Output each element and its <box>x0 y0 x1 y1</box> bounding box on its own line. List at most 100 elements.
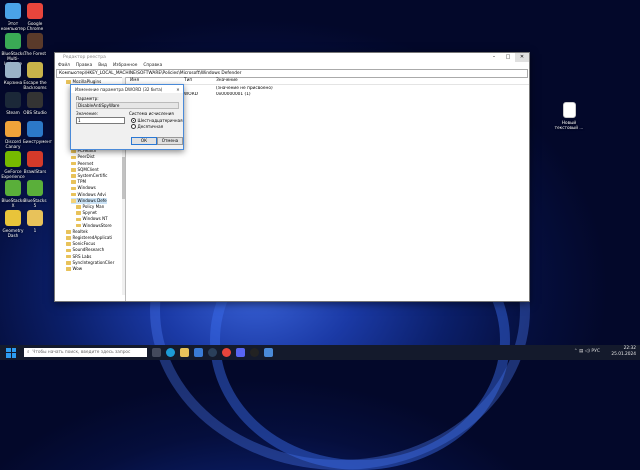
desktop-icon[interactable]: The Forest <box>23 32 47 56</box>
edge-icon[interactable] <box>166 348 175 357</box>
ok-button[interactable]: ОК <box>131 137 157 145</box>
search-placeholder: Чтобы начать поиск, введите здесь запрос <box>32 350 131 355</box>
tree-item[interactable]: Windows <box>71 185 96 191</box>
task-view-icon[interactable] <box>152 348 161 357</box>
dialog-close-button[interactable]: ✕ <box>173 87 183 92</box>
desktop-icon-new-text-file[interactable]: Новый текстовый ... <box>553 102 585 130</box>
store-icon[interactable] <box>194 348 203 357</box>
desktop-icon[interactable]: Geometry Dash <box>1 209 25 238</box>
obs-icon[interactable] <box>250 348 259 357</box>
desktop-icon[interactable]: OBS Studio <box>23 91 47 115</box>
folder-icon <box>71 199 76 203</box>
hex-radio[interactable]: Шестнадцатеричная <box>131 118 183 123</box>
value-input[interactable]: 1 <box>76 117 125 124</box>
menu-favorites[interactable]: Избранное <box>113 63 137 68</box>
column-type[interactable]: Тип <box>180 78 212 83</box>
desktop-icon-label: 1 <box>33 227 37 233</box>
menu-help[interactable]: Справка <box>143 63 162 68</box>
app-icon <box>27 180 43 196</box>
tree-item[interactable]: SyncIntegrationClier <box>66 260 114 266</box>
tree-item-label: Peernet <box>77 160 94 166</box>
tree-item[interactable]: Windows Advi <box>71 192 106 198</box>
tree-item[interactable]: Windows Defe <box>71 197 107 204</box>
desktop-icon[interactable]: BrawlStars <box>23 150 47 174</box>
scrollbar-thumb[interactable] <box>122 157 125 199</box>
folder-icon <box>71 186 76 191</box>
tree-item-label: SQMClient <box>77 166 99 172</box>
tree-item[interactable]: Peernet <box>71 161 93 167</box>
tree-item[interactable]: SystemCertific <box>71 173 107 179</box>
folder-icon <box>71 180 76 184</box>
param-name-field[interactable]: DisableAntiSpyWare <box>76 102 179 109</box>
chrome-icon[interactable] <box>222 348 231 357</box>
tree-item[interactable]: WindowsStore <box>76 223 112 229</box>
taskbar-search[interactable]: ⌕ Чтобы начать поиск, введите здесь запр… <box>24 348 147 357</box>
column-value[interactable]: Значение <box>212 78 296 83</box>
tree-item-label: RegisteredApplicati <box>72 235 113 240</box>
desktop-icon[interactable]: 1 <box>23 209 47 233</box>
tree-item[interactable]: Realtek <box>66 229 88 235</box>
desktop-icon-label: Этот компьютер <box>1 21 26 31</box>
desktop-icon[interactable]: Escape the Backrooms <box>23 62 47 90</box>
values-list[interactable]: Имя Тип Значение (значение не присвоено)… <box>126 77 529 301</box>
tree-item-label: PeerDist <box>77 154 95 160</box>
regedit-icon[interactable] <box>264 348 273 357</box>
tree-item[interactable]: PeerDist <box>71 154 95 160</box>
desktop-icon[interactable]: GeForce Experience <box>1 150 25 179</box>
desktop-icon[interactable]: Steam <box>1 91 25 115</box>
folder-icon <box>76 205 81 209</box>
desktop-icon-label: OBS Studio <box>23 109 47 115</box>
maximize-button[interactable]: □ <box>501 53 515 62</box>
edit-dword-dialog: Изменение параметра DWORD (32 бита) ✕ Па… <box>70 84 184 150</box>
steam-icon[interactable] <box>208 348 217 357</box>
decimal-radio[interactable]: Десятичная <box>131 124 163 129</box>
start-button[interactable] <box>6 347 16 358</box>
tray-area[interactable]: ⌃ ▤ ◁) РУС <box>574 349 600 354</box>
tree-item-label: Spynet <box>82 210 97 216</box>
desktop-icon[interactable]: Discord Canary <box>1 121 25 149</box>
folder-icon <box>76 217 81 222</box>
tree-item[interactable]: RegisteredApplicati <box>66 235 112 241</box>
tree-item[interactable]: SRS Labs <box>66 254 91 260</box>
tree-item[interactable]: Policy Man <box>76 204 104 210</box>
desktop-icon-label: Discord Canary <box>5 139 21 149</box>
tree-item[interactable]: SQMClient <box>71 167 99 173</box>
window-titlebar[interactable]: Редактор реестра – □ ✕ <box>55 53 529 62</box>
desktop-icon[interactable]: BlueStacks X <box>1 180 25 208</box>
column-name[interactable]: Имя <box>126 78 180 83</box>
menu-file[interactable]: Файл <box>58 63 70 68</box>
language-indicator[interactable]: РУС <box>591 349 600 354</box>
desktop-icon[interactable]: Этот компьютер <box>1 3 26 31</box>
desktop-icon[interactable]: BlueStacks Multi-Instance <box>1 32 25 66</box>
menu-view[interactable]: Вид <box>98 63 107 68</box>
desktop-icon-label: Корзина <box>3 80 23 85</box>
tree-item[interactable]: TPM <box>71 179 86 185</box>
desktop-icon[interactable]: BlueStacks 5 <box>23 180 47 208</box>
tree-item[interactable]: Spynet <box>76 210 97 216</box>
chevron-up-icon[interactable]: ⌃ <box>574 349 578 354</box>
tree-item-label: Windows Advi <box>77 191 106 197</box>
desktop-icon[interactable]: Корзина <box>1 62 25 85</box>
tree-item[interactable]: Wow <box>66 266 82 272</box>
desktop-icon-label: Google Chrome <box>26 21 44 31</box>
tree-item[interactable]: SoundResearch <box>66 247 104 253</box>
tree-item[interactable]: SonicFocus <box>66 241 95 247</box>
desktop-icon[interactable]: Бинструмент <box>23 121 52 144</box>
folder-icon <box>66 236 71 240</box>
network-icon[interactable]: ▤ <box>579 349 583 354</box>
list-item[interactable]: WORD 0x00000001 (1) <box>126 91 529 97</box>
file-explorer-icon[interactable] <box>180 348 189 357</box>
discord-icon[interactable] <box>236 348 245 357</box>
dialog-titlebar[interactable]: Изменение параметра DWORD (32 бита) ✕ <box>71 85 183 93</box>
taskbar: ⌕ Чтобы начать поиск, введите здесь запр… <box>0 345 640 360</box>
app-icon <box>5 121 21 137</box>
desktop-icon-label: Новый текстовый ... <box>554 120 584 130</box>
desktop-icon[interactable]: Google Chrome <box>23 3 47 31</box>
menu-edit[interactable]: Правка <box>76 63 92 68</box>
tree-item[interactable]: Windows NT <box>76 216 108 222</box>
cancel-button[interactable]: Отмена <box>157 137 183 145</box>
minimize-button[interactable]: – <box>487 53 501 62</box>
close-button[interactable]: ✕ <box>515 53 529 62</box>
clock[interactable]: 22:32 25.01.2024 <box>611 346 636 358</box>
volume-icon[interactable]: ◁) <box>585 349 590 354</box>
